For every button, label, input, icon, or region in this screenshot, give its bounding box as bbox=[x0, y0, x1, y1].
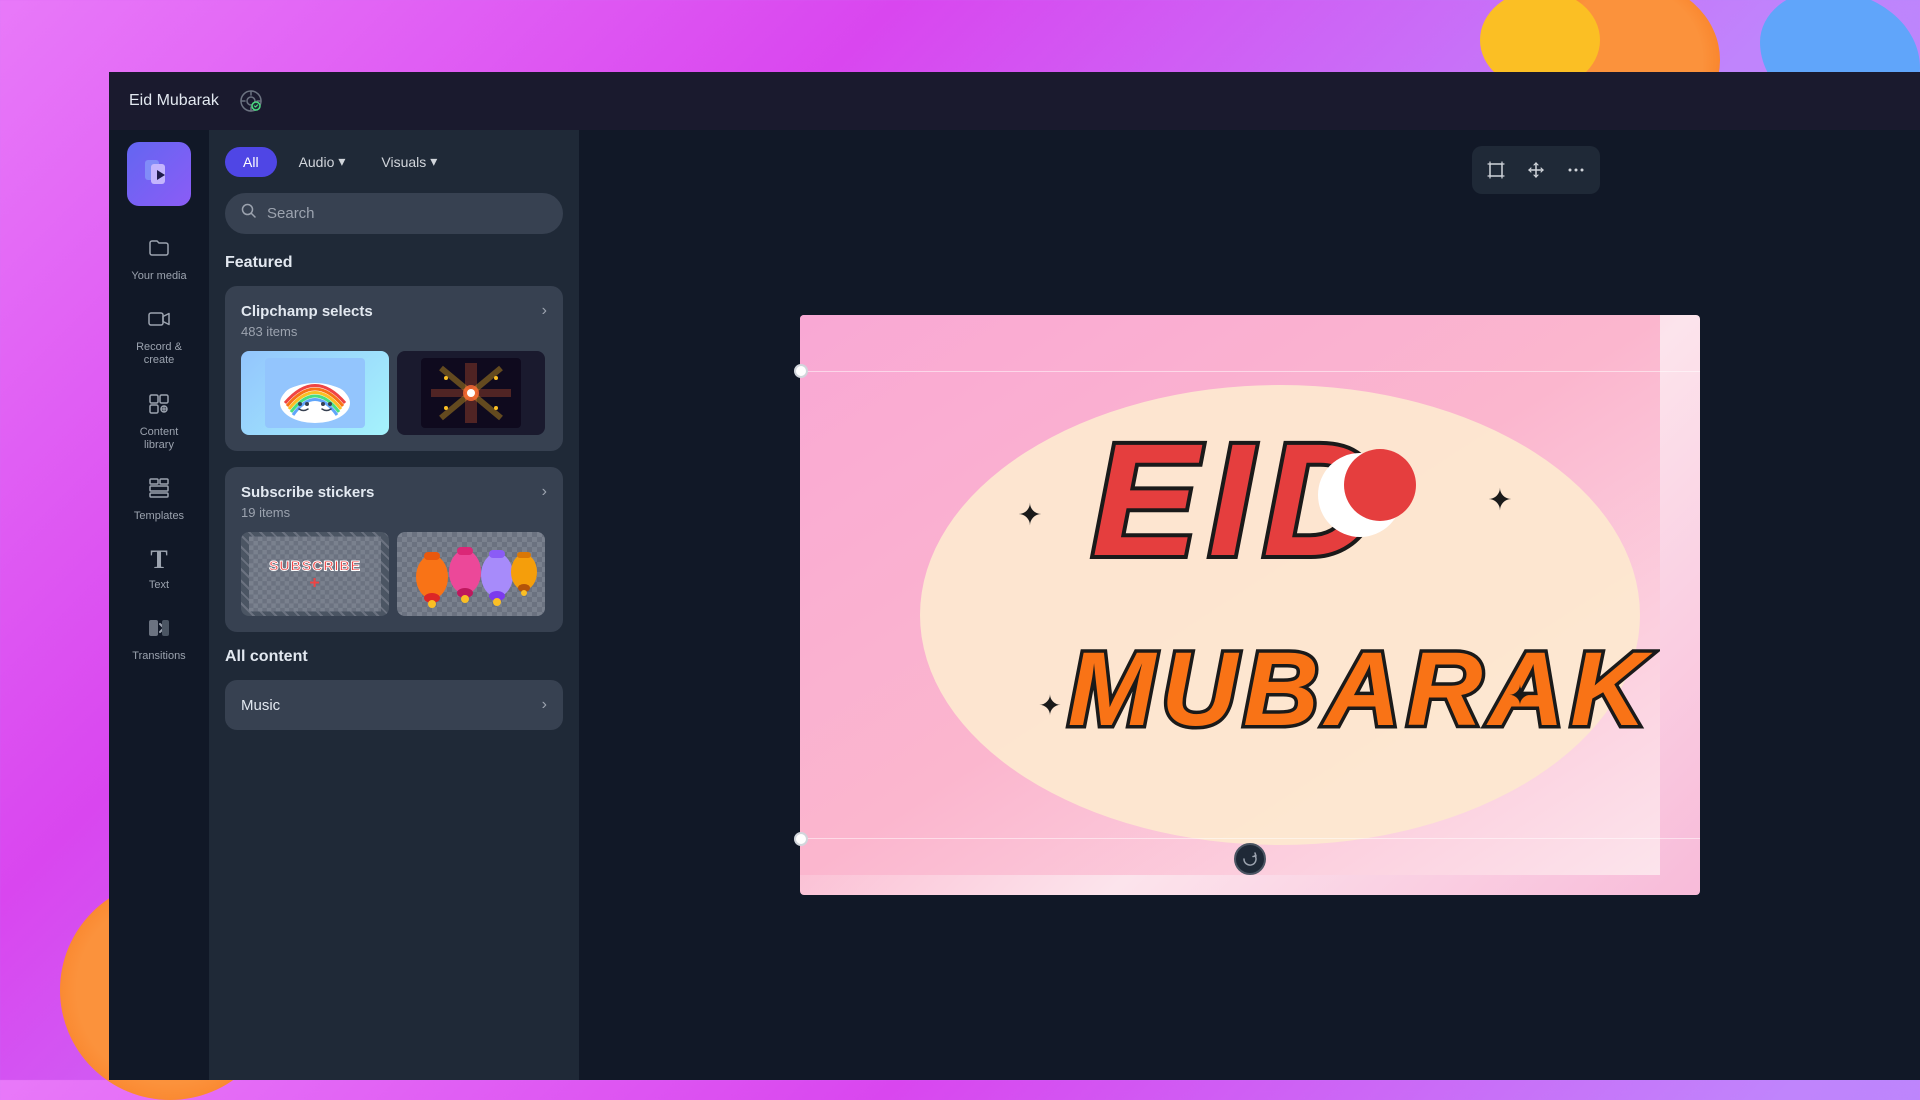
panel-scroll[interactable]: Featured Clipchamp selects › 483 items bbox=[209, 246, 579, 1080]
templates-icon bbox=[147, 476, 171, 504]
folder-icon bbox=[147, 236, 171, 264]
text-icon: T bbox=[150, 547, 167, 573]
featured-section-title: Featured bbox=[225, 254, 563, 272]
music-row-title: Music bbox=[241, 697, 280, 714]
sidebar-item-text[interactable]: T Text bbox=[114, 537, 204, 602]
crop-button[interactable] bbox=[1478, 152, 1514, 188]
top-bar: Eid Mubarak bbox=[109, 72, 1920, 130]
clipchamp-selects-subtitle: 483 items bbox=[241, 324, 547, 339]
sidebar-item-label-record-create: Record &create bbox=[136, 341, 182, 367]
rotate-handle[interactable] bbox=[1234, 843, 1266, 875]
card-header: Clipchamp selects › bbox=[241, 302, 547, 320]
svg-text:✦: ✦ bbox=[1508, 680, 1531, 711]
filter-tabs: All Audio ▾ Visuals ▾ bbox=[209, 130, 579, 185]
app-container: Eid Mubarak bbox=[109, 72, 1920, 1080]
sidebar-item-label-content-library: Contentlibrary bbox=[140, 426, 179, 452]
sidebar-item-transitions[interactable]: Transitions bbox=[114, 606, 204, 673]
resize-button[interactable] bbox=[1518, 152, 1554, 188]
tab-all[interactable]: All bbox=[225, 147, 277, 177]
sidebar-item-label-your-media: Your media bbox=[131, 270, 186, 283]
subscribe-thumb-2 bbox=[397, 532, 545, 616]
svg-text:SUBSCRIBE: SUBSCRIBE bbox=[269, 558, 361, 574]
subscribe-stickers-card[interactable]: Subscribe stickers › 19 items bbox=[225, 467, 563, 632]
handle-bottom-left[interactable] bbox=[794, 832, 808, 846]
subscribe-stickers-title: Subscribe stickers bbox=[241, 484, 374, 501]
record-icon bbox=[147, 307, 171, 335]
sidebar-item-record-create[interactable]: Record &create bbox=[114, 297, 204, 377]
sidebar-item-label-transitions: Transitions bbox=[132, 650, 185, 663]
tab-audio[interactable]: Audio ▾ bbox=[285, 146, 360, 177]
all-content-title: All content bbox=[225, 648, 563, 666]
save-status-icon[interactable] bbox=[235, 85, 267, 117]
content-library-icon bbox=[147, 392, 171, 420]
more-options-button[interactable] bbox=[1558, 152, 1594, 188]
clipchamp-selects-arrow: › bbox=[542, 302, 547, 320]
svg-text:✦: ✦ bbox=[1487, 484, 1512, 517]
music-row[interactable]: Music › bbox=[225, 680, 563, 730]
sidebar-item-templates[interactable]: Templates bbox=[114, 466, 204, 533]
subscribe-thumb-1: SUBSCRIBE + SUBSCRIBE bbox=[241, 532, 389, 616]
svg-text:✦: ✦ bbox=[1017, 499, 1042, 532]
body-area: Your media Record &create bbox=[109, 130, 1920, 1080]
search-input[interactable] bbox=[267, 205, 547, 222]
canvas-frame: EID MUBARAK ✦ ✦ ✦ ✦ bbox=[800, 315, 1700, 895]
tab-visuals[interactable]: Visuals ▾ bbox=[367, 146, 451, 177]
selection-line-top bbox=[800, 371, 1700, 372]
selection-line-bottom bbox=[800, 838, 1700, 839]
clipchamp-selects-thumbnails bbox=[241, 351, 547, 435]
search-container bbox=[209, 185, 579, 246]
music-row-arrow: › bbox=[542, 696, 547, 714]
handle-top-left[interactable] bbox=[794, 364, 808, 378]
app-logo[interactable] bbox=[127, 142, 191, 206]
all-content-section: All content Music › bbox=[225, 648, 563, 730]
project-title: Eid Mubarak bbox=[129, 92, 219, 110]
clipchamp-thumb-1 bbox=[241, 351, 389, 435]
sidebar-item-content-library[interactable]: Contentlibrary bbox=[114, 382, 204, 462]
subscribe-stickers-thumbnails: SUBSCRIBE + SUBSCRIBE bbox=[241, 532, 547, 616]
subscribe-stickers-arrow: › bbox=[542, 483, 547, 501]
canvas-toolbar bbox=[1472, 146, 1600, 194]
canvas-area: EID MUBARAK ✦ ✦ ✦ ✦ bbox=[579, 130, 1920, 1080]
svg-text:+: + bbox=[309, 572, 320, 592]
svg-text:✦: ✦ bbox=[1038, 690, 1061, 721]
sidebar-item-label-templates: Templates bbox=[134, 510, 184, 523]
clipchamp-thumb-2 bbox=[397, 351, 545, 435]
featured-section: Featured Clipchamp selects › 483 items bbox=[225, 254, 563, 632]
subscribe-card-header: Subscribe stickers › bbox=[241, 483, 547, 501]
subscribe-stickers-subtitle: 19 items bbox=[241, 505, 547, 520]
search-box bbox=[225, 193, 563, 234]
clipchamp-selects-title: Clipchamp selects bbox=[241, 303, 373, 320]
clipchamp-selects-card[interactable]: Clipchamp selects › 483 items bbox=[225, 286, 563, 451]
eid-canvas: EID MUBARAK ✦ ✦ ✦ ✦ bbox=[800, 315, 1700, 895]
sidebar-item-label-text: Text bbox=[149, 579, 169, 592]
content-panel: All Audio ▾ Visuals ▾ bbox=[209, 130, 579, 1080]
search-icon bbox=[241, 203, 257, 224]
eid-mubarak-sticker: EID MUBARAK ✦ ✦ ✦ ✦ bbox=[800, 315, 1660, 875]
sidebar-item-your-media[interactable]: Your media bbox=[114, 226, 204, 293]
svg-text:MUBARAK: MUBARAK bbox=[1067, 631, 1653, 748]
icon-sidebar: Your media Record &create bbox=[109, 130, 209, 1080]
transitions-icon bbox=[147, 616, 171, 644]
